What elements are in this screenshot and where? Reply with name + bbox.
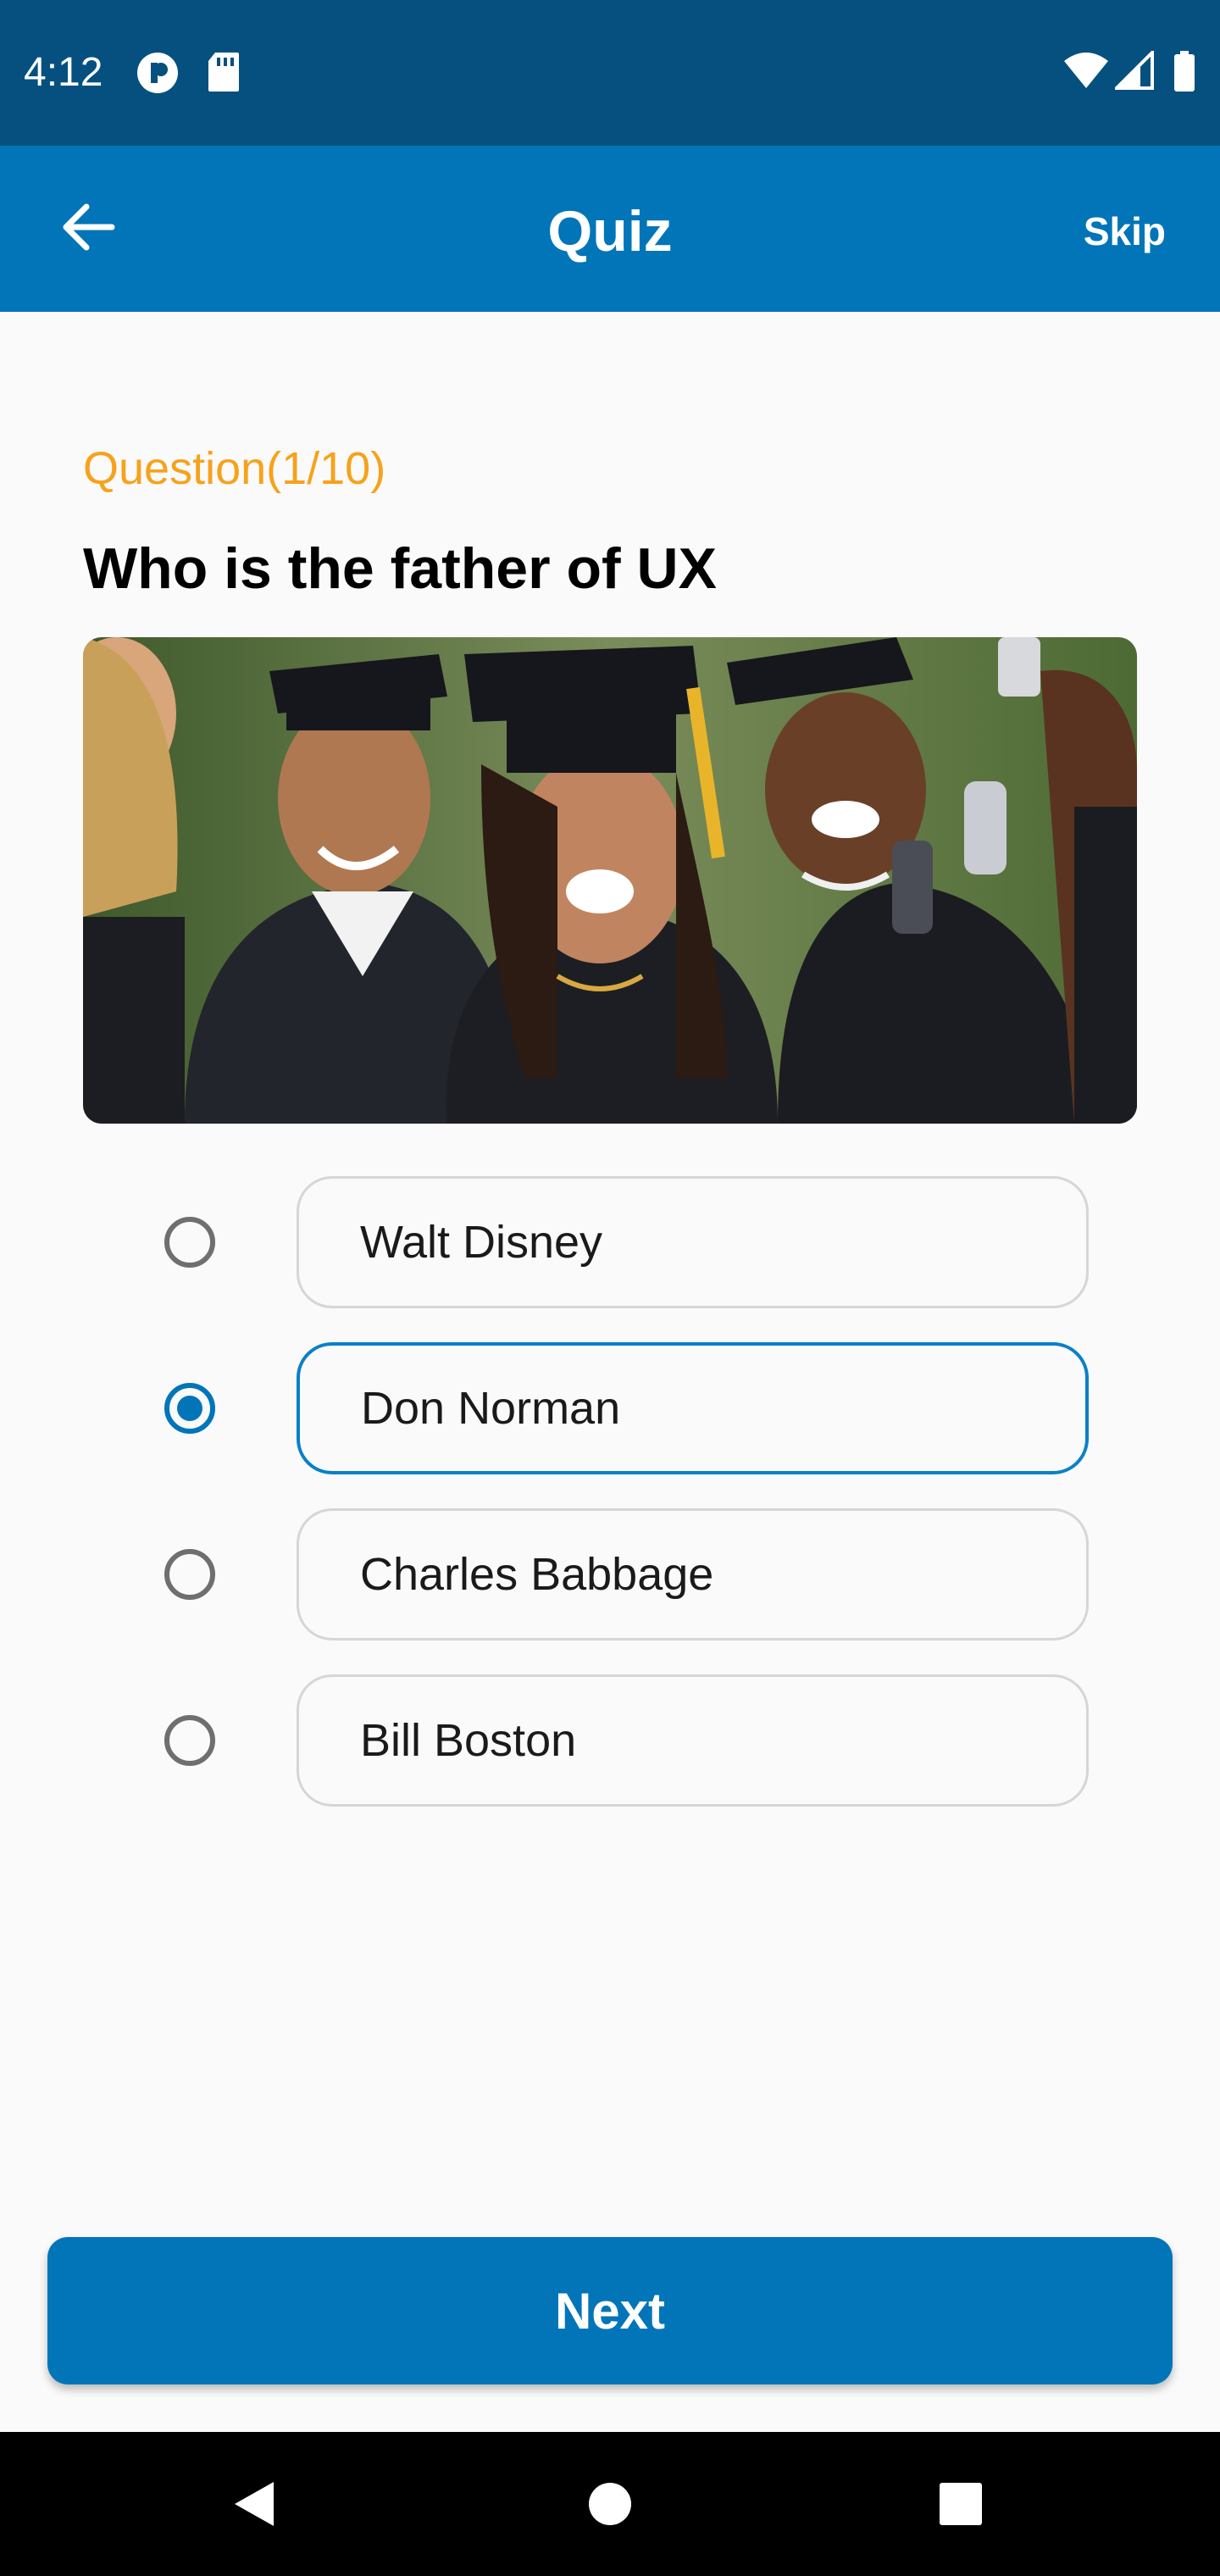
option-button-selected[interactable]: Don Norman [297, 1342, 1089, 1474]
battery-icon [1173, 51, 1196, 96]
option-row: Walt Disney [0, 1176, 1220, 1308]
option-label: Don Norman [361, 1383, 621, 1434]
option-button[interactable]: Charles Babbage [297, 1508, 1089, 1641]
sd-card-icon [207, 51, 241, 97]
question-text: Who is the father of UX [83, 536, 717, 601]
system-nav-bar [0, 2432, 1220, 2576]
status-bar: 4:12 [0, 0, 1220, 146]
back-triangle-icon[interactable] [215, 2466, 291, 2542]
option-label: Charles Babbage [360, 1549, 714, 1600]
vpn-icon [136, 51, 180, 99]
option-radio[interactable] [164, 1217, 215, 1268]
option-row: Don Norman [0, 1342, 1220, 1474]
option-row: Bill Boston [0, 1674, 1220, 1807]
option-button[interactable]: Walt Disney [297, 1176, 1089, 1308]
question-counter: Question(1/10) [83, 443, 386, 494]
page-title: Quiz [547, 199, 673, 264]
graduates-photo [83, 637, 1137, 1124]
signal-icon [1112, 48, 1154, 94]
home-circle-icon[interactable] [572, 2466, 648, 2542]
app-bar: Quiz Skip [0, 146, 1220, 312]
option-radio[interactable] [164, 1549, 215, 1600]
option-row: Charles Babbage [0, 1508, 1220, 1641]
option-label: Bill Boston [360, 1715, 577, 1766]
recents-square-icon[interactable] [923, 2466, 999, 2542]
skip-button[interactable]: Skip [1084, 208, 1166, 254]
status-time: 4:12 [24, 50, 103, 95]
wifi-icon [1062, 51, 1110, 94]
option-radio[interactable] [164, 1715, 215, 1766]
next-button[interactable]: Next [47, 2237, 1173, 2384]
option-button[interactable]: Bill Boston [297, 1674, 1089, 1807]
option-radio-selected[interactable] [164, 1383, 215, 1434]
option-label: Walt Disney [360, 1217, 603, 1268]
